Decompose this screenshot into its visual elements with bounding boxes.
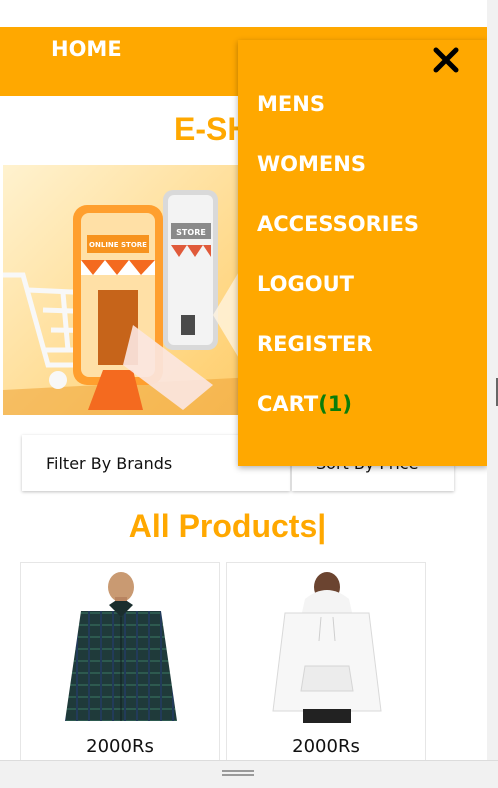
- store-sign-2: STORE: [176, 228, 206, 237]
- resize-grip-icon[interactable]: [222, 769, 254, 777]
- menu-item-logout[interactable]: LOGOUT: [257, 272, 354, 296]
- menu-item-mens[interactable]: MENS: [257, 92, 325, 116]
- bottom-resize-bar: [0, 760, 498, 788]
- close-icon[interactable]: [428, 42, 464, 78]
- menu-item-register[interactable]: REGISTER: [257, 332, 373, 356]
- plaid-shirt-image: [65, 572, 177, 721]
- cart-count-badge: (1): [318, 392, 353, 416]
- menu-item-womens[interactable]: WOMENS: [257, 152, 366, 176]
- white-hoodie-image: [272, 572, 382, 723]
- close-menu-button[interactable]: [428, 42, 464, 78]
- product-card[interactable]: 2000Rs: [20, 562, 220, 760]
- all-products-heading: All Products|: [128, 508, 327, 544]
- product-card[interactable]: 2000Rs: [226, 562, 426, 760]
- product-price: 2000Rs: [86, 736, 154, 757]
- filter-by-brands-label: Filter By Brands: [46, 454, 173, 473]
- menu-item-cart[interactable]: CART(1): [257, 392, 352, 416]
- cart-label: CART: [257, 392, 319, 416]
- menu-item-accessories[interactable]: ACCESSORIES: [257, 212, 419, 236]
- product-price: 2000Rs: [292, 736, 360, 757]
- store-sign-1: ONLINE STORE: [89, 241, 147, 249]
- side-menu: MENS WOMENS ACCESSORIES LOGOUT REGISTER …: [238, 40, 487, 466]
- nav-home-link[interactable]: HOME: [51, 37, 122, 61]
- page-viewport: HOME E-SH ONLINE STORE STORE Filter By B…: [0, 0, 487, 760]
- top-strip: [0, 0, 487, 27]
